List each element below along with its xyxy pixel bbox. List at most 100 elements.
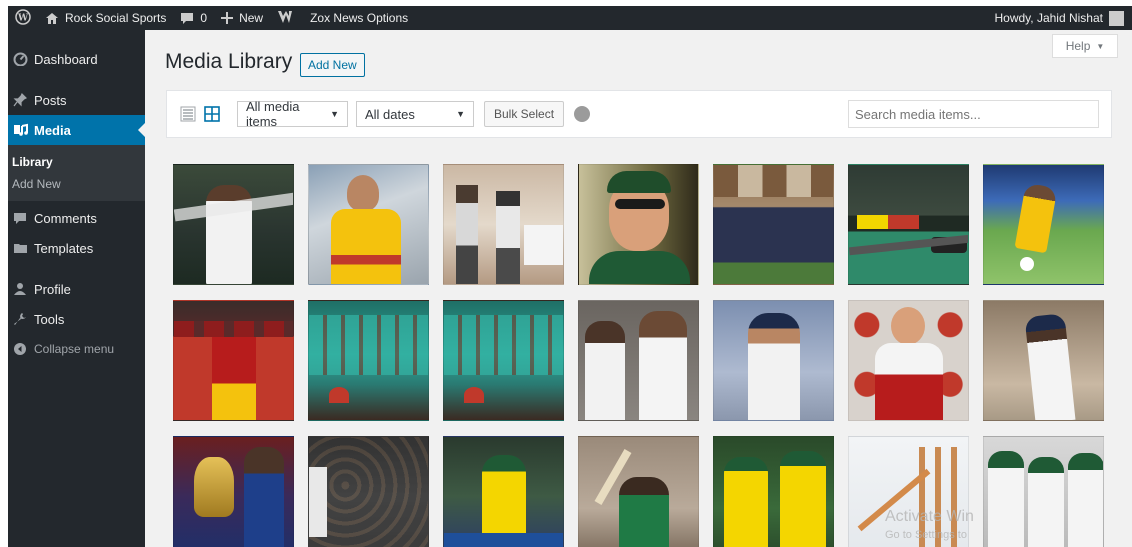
- thumbnail-image: [780, 451, 826, 547]
- plus-icon: [221, 12, 234, 24]
- help-label: Help: [1065, 39, 1091, 53]
- thumbnail-image: [212, 337, 256, 420]
- pin-icon: [10, 93, 30, 107]
- thumbnail-image: [589, 251, 690, 284]
- thumbnail-image: [748, 313, 800, 420]
- submenu-library[interactable]: Library: [8, 151, 145, 173]
- help-tab-button[interactable]: Help ▼: [1052, 34, 1118, 58]
- media-thumbnail-cricket-india-jadeja[interactable]: [713, 300, 834, 421]
- media-thumbnail-official-meeting[interactable]: [443, 164, 564, 285]
- user-icon: [10, 282, 30, 296]
- thumbnail-image: [1024, 313, 1076, 420]
- sidebar-item-tools[interactable]: Tools: [8, 304, 145, 334]
- media-grid: [173, 164, 1113, 547]
- list-view-icon[interactable]: [179, 105, 197, 123]
- loading-spinner-icon: [574, 106, 591, 122]
- windows-activation-watermark: Activate Win Go to Settings to: [885, 508, 974, 544]
- thumbnail-image: [714, 165, 833, 197]
- media-thumbnail-cricket-india-bowler[interactable]: [983, 300, 1104, 421]
- sidebar-label-dashboard: Dashboard: [34, 51, 98, 67]
- thumbnail-image: [585, 321, 625, 420]
- howdy-text: Howdy, Jahid Nishat: [994, 11, 1104, 25]
- media-thumbnail-football-barcelona-action[interactable]: [983, 164, 1104, 285]
- wp-admin-window: W Rock Social Sports 0 New Zox News Opti…: [8, 6, 1132, 547]
- media-thumbnail-team-group-outdoor[interactable]: [713, 164, 834, 285]
- grid-view-icon[interactable]: [203, 105, 221, 123]
- plugin-icon-link[interactable]: [270, 6, 300, 30]
- thumbnail-image: [1028, 457, 1064, 547]
- sidebar-item-posts[interactable]: Posts: [8, 85, 145, 115]
- zox-logo-icon: [277, 10, 293, 27]
- thumbnail-image: [1068, 453, 1103, 547]
- sidebar-item-profile[interactable]: Profile: [8, 274, 145, 304]
- comments-link[interactable]: 0: [173, 6, 214, 30]
- thumbnail-image: [174, 321, 293, 337]
- media-thumbnail-football-barcelona-player[interactable]: [308, 164, 429, 285]
- thumbnail-image: [444, 533, 563, 547]
- date-filter-value: All dates: [365, 106, 415, 122]
- wordpress-logo-button[interactable]: W: [8, 6, 38, 30]
- thumbnail-image: [857, 215, 919, 229]
- svg-text:W: W: [17, 13, 29, 23]
- media-thumbnail-cricket-coach-portrait[interactable]: [578, 164, 699, 285]
- search-media-input[interactable]: [848, 100, 1099, 128]
- thumbnail-image: [615, 199, 665, 209]
- admin-sidebar: Dashboard Posts Media Library Add New Co…: [8, 30, 145, 547]
- media-thumbnail-football-psg-player[interactable]: [173, 164, 294, 285]
- media-thumbnail-racing-driver-portrait[interactable]: [848, 300, 969, 421]
- thumbnail-image: [1020, 257, 1034, 271]
- media-thumbnail-cricket-south-africa-batsman[interactable]: [578, 436, 699, 547]
- media-thumbnail-cricket-team-celebration-2[interactable]: [443, 300, 564, 421]
- sidebar-label-posts: Posts: [34, 92, 67, 108]
- sidebar-label-tools: Tools: [34, 311, 65, 327]
- folder-icon: [10, 242, 30, 254]
- watermark-line-2: Go to Settings to: [885, 529, 967, 541]
- media-thumbnail-cricket-india-players[interactable]: [578, 300, 699, 421]
- media-thumbnail-cricket-trophy-team[interactable]: [173, 436, 294, 547]
- dashboard-gauge-icon: [10, 52, 30, 66]
- comment-icon: [10, 212, 30, 225]
- comment-bubble-icon: [180, 12, 194, 25]
- collapse-menu-button[interactable]: Collapse menu: [8, 334, 145, 364]
- media-thumbnail-cricket-australia-team[interactable]: [713, 436, 834, 547]
- new-content-link[interactable]: New: [214, 6, 270, 30]
- media-thumbnail-cricket-australia-batsman[interactable]: [443, 436, 564, 547]
- thumbnail-image: [309, 315, 428, 375]
- media-thumbnail-cricket-team-celebration-1[interactable]: [308, 300, 429, 421]
- sidebar-label-comments: Comments: [34, 210, 97, 226]
- zox-news-options-link[interactable]: Zox News Options: [300, 6, 415, 30]
- sidebar-item-dashboard[interactable]: Dashboard: [8, 44, 145, 74]
- media-thumbnail-formula-one-car[interactable]: [848, 164, 969, 285]
- watermark-line-1: Activate Win: [885, 508, 974, 525]
- bulk-select-button[interactable]: Bulk Select: [484, 101, 565, 127]
- collapse-arrow-icon: [10, 342, 30, 356]
- media-thumbnail-cricket-bangladesh-team[interactable]: [983, 436, 1104, 547]
- add-new-button[interactable]: Add New: [300, 53, 365, 77]
- home-icon: [45, 12, 59, 25]
- thumbnail-image: [891, 307, 925, 345]
- media-type-filter[interactable]: All media items ▼: [237, 99, 348, 129]
- media-toolbar: All media items ▼ All dates ▼ Bulk Selec…: [166, 90, 1112, 138]
- thumbnail-image: [988, 451, 1024, 547]
- thumbnail-image: [496, 191, 520, 284]
- media-thumbnail-cricket-crowd[interactable]: [308, 436, 429, 547]
- thumbnail-image: [1014, 182, 1058, 254]
- collapse-menu-label: Collapse menu: [34, 342, 115, 356]
- thumbnail-image: [875, 343, 943, 420]
- sidebar-label-profile: Profile: [34, 281, 71, 297]
- thumbnail-image: [194, 457, 234, 517]
- wordpress-icon: W: [15, 8, 31, 28]
- thumbnail-image: [347, 175, 379, 211]
- site-name-link[interactable]: Rock Social Sports: [38, 6, 173, 30]
- thumbnail-image: [309, 437, 428, 547]
- sidebar-item-comments[interactable]: Comments: [8, 203, 145, 233]
- date-filter[interactable]: All dates ▼: [356, 101, 474, 127]
- my-account-link[interactable]: Howdy, Jahid Nishat: [988, 6, 1132, 30]
- new-label: New: [239, 11, 264, 25]
- media-thumbnail-cricket-zimbabwe-team[interactable]: [173, 300, 294, 421]
- sidebar-item-templates[interactable]: Templates: [8, 233, 145, 263]
- thumbnail-image: [456, 185, 478, 284]
- zox-news-options-label: Zox News Options: [310, 11, 409, 25]
- submenu-add-new[interactable]: Add New: [8, 173, 145, 195]
- sidebar-item-media[interactable]: Media: [8, 115, 145, 145]
